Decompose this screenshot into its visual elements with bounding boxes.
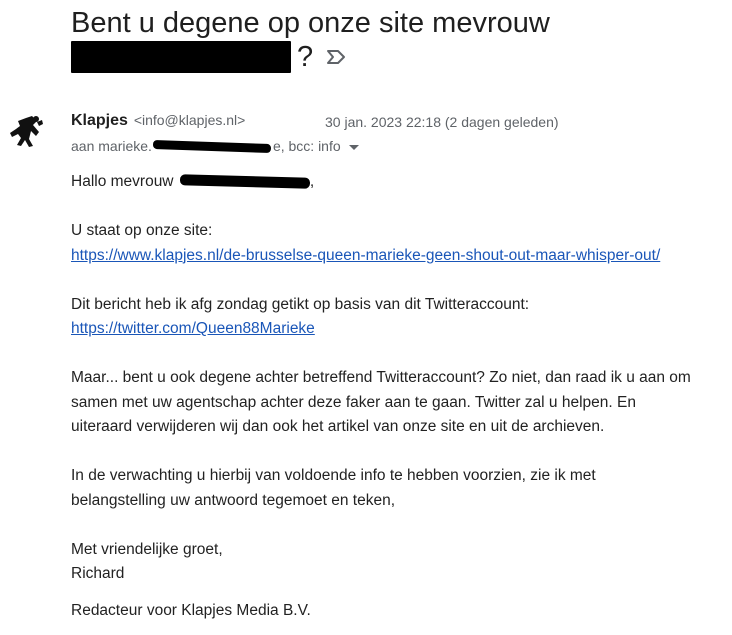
klapjes-logo-icon — [10, 116, 43, 147]
recipients-line[interactable]: aan marieke. e, bcc: info — [71, 138, 359, 154]
email-subject-continued: ? — [71, 40, 347, 74]
closing: Met vriendelijke groet, — [71, 540, 223, 558]
paragraph-1-line-1: Maar... bent u ook degene achter betreff… — [71, 369, 691, 386]
chevron-down-icon[interactable] — [348, 144, 359, 150]
twitter-link[interactable]: https://twitter.com/Queen88Marieke — [71, 320, 315, 337]
redaction-bar — [152, 139, 272, 153]
email-date: 30 jan. 2023 22:18 (2 dagen geleden) — [325, 114, 559, 130]
recipients-suffix: e, bcc: info — [272, 138, 341, 154]
twitter-intro: Dit bericht heb ik afg zondag getikt op … — [71, 295, 530, 313]
redaction-bar — [179, 174, 310, 190]
signature-title: Redacteur voor Klapjes Media B.V. — [71, 601, 311, 619]
site-link[interactable]: https://www.klapjes.nl/de-brusselse-quee… — [71, 247, 660, 264]
paragraph-1-line-2: samen met uw agentschap achter deze fake… — [71, 393, 636, 411]
greeting-comma: , — [309, 173, 315, 190]
label-important-icon[interactable] — [325, 48, 347, 66]
paragraph-2-line-2: belangstelling uw antwoord tegemoet en t… — [71, 491, 395, 509]
sender-name[interactable]: Klapjes — [71, 112, 128, 129]
email-subject: Bent u degene op onze site mevrouw — [71, 6, 550, 40]
subject-question-mark: ? — [297, 41, 314, 73]
redaction-bar — [71, 41, 291, 73]
site-link-paragraph: https://www.klapjes.nl/de-brusselse-quee… — [71, 244, 726, 269]
email-subject-text: Bent u degene op onze site mevrouw — [71, 7, 550, 39]
sender-info: Klapjes <info@klapjes.nl> — [71, 112, 245, 130]
email-body: Hallo mevrouw , U staat op onze site: ht… — [71, 170, 726, 623]
greeting: Hallo mevrouw , — [71, 170, 726, 195]
recipients-prefix: aan marieke. — [71, 138, 152, 154]
sender-email: <info@klapjes.nl> — [133, 112, 246, 128]
greeting-text: Hallo mevrouw — [71, 173, 178, 190]
site-intro: U staat op onze site: — [71, 222, 213, 239]
paragraph-1-line-3: uiteraard verwijderen wij dan ook het ar… — [71, 418, 605, 435]
signature-name: Richard — [71, 565, 125, 582]
twitter-link-paragraph: https://twitter.com/Queen88Marieke — [71, 317, 726, 342]
paragraph-2-line-1: In de verwachting u hierbij van voldoend… — [71, 467, 596, 484]
